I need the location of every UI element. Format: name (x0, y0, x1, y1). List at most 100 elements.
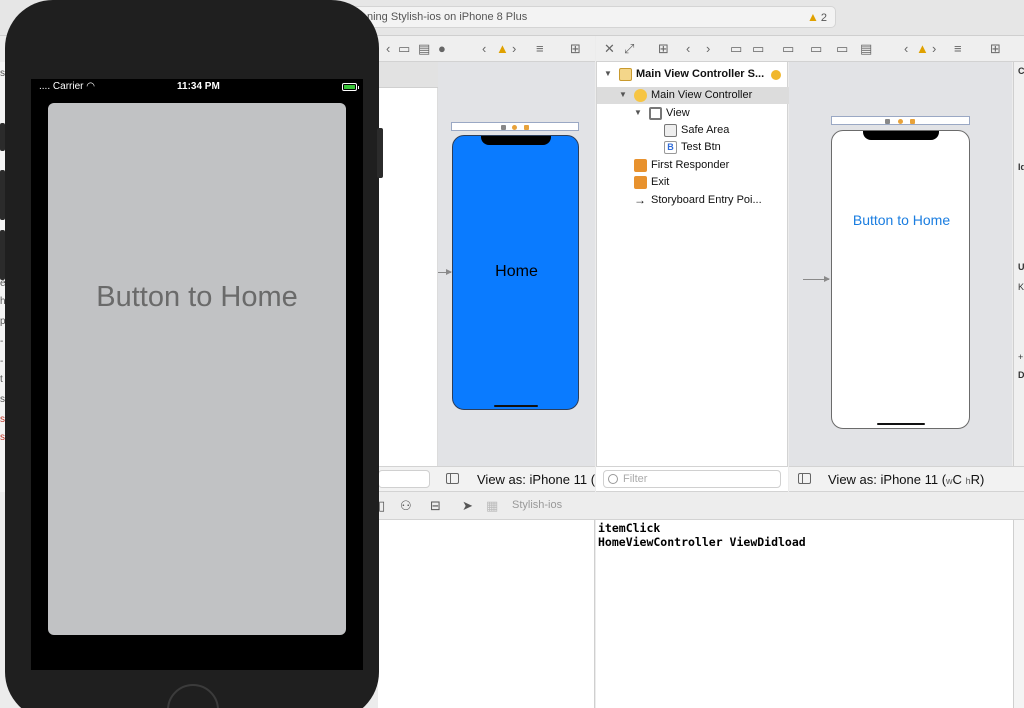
jump-bar-left: ‹ ▭ ▤ ● ‹ ▲ › ≡ ⊞ (378, 36, 595, 62)
wifi-icon: ◠ (86, 81, 95, 92)
file-icon[interactable]: ▭ (810, 41, 822, 57)
add-editor-icon[interactable]: ⊞ (570, 41, 581, 57)
jump-bar-right: ✕ ⤢ ⊞ ‹ › ▭ ▭ ▭ ▭ ▭ ▤ ‹ ▲ › ≡ ⊞ (596, 36, 1024, 62)
button-to-home-label: Button to Home (96, 281, 298, 313)
first-responder-label: First Responder (651, 159, 730, 171)
button-to-home-preview[interactable]: Button to Home (832, 212, 969, 228)
exit-dock-icon[interactable] (910, 119, 915, 124)
storyboard-icon[interactable]: ▤ (418, 41, 430, 57)
warning-icon[interactable]: ▲ (916, 41, 929, 56)
outline-test-btn-row[interactable]: B Test Btn (597, 139, 789, 156)
disclosure-icon[interactable]: ▼ (604, 69, 612, 78)
canvas-bottom-bar-left: View as: iPhone 11 ( (438, 466, 595, 492)
add-editor-icon[interactable]: ⊞ (990, 41, 1001, 57)
activity-viewer[interactable]: ning Stylish-ios on iPhone 8 Plus ▲ 2 (330, 6, 836, 28)
expand-icon[interactable]: ⤢ (624, 41, 634, 57)
home-button[interactable] (167, 684, 219, 708)
entry-arrow-left (438, 269, 452, 275)
chevron-left-icon[interactable]: ‹ (904, 41, 908, 56)
clock: 11:34 PM (177, 81, 220, 92)
file-icon[interactable]: ▭ (730, 41, 742, 57)
controller-label: Main View Controller (651, 89, 753, 101)
safe-area-label: Safe Area (681, 124, 730, 136)
responder-dock-icon[interactable] (898, 119, 903, 124)
chevron-right-icon[interactable]: › (932, 41, 936, 56)
process-name[interactable]: Stylish-ios (512, 499, 562, 511)
outline-toggle-icon[interactable] (798, 473, 811, 484)
disclosure-icon[interactable]: ▼ (619, 90, 627, 99)
home-label[interactable]: Home (453, 263, 578, 281)
test-btn-label: Test Btn (681, 141, 721, 153)
scene-icon (619, 68, 632, 81)
outline-safe-area-row[interactable]: Safe Area (597, 122, 789, 139)
lines-icon[interactable]: ≡ (954, 41, 962, 56)
inspector-panel[interactable]: C Id U K + D (1013, 62, 1024, 466)
view-as-suffix: ) (979, 472, 985, 487)
controller-dock-icon[interactable] (501, 125, 506, 130)
chevron-right-icon[interactable]: › (512, 41, 516, 56)
environment-icon[interactable]: ⊟ (430, 498, 441, 514)
console-edge (1013, 520, 1024, 708)
variables-view[interactable] (378, 520, 595, 708)
chevron-left-icon[interactable]: ‹ (482, 41, 486, 56)
power-button[interactable] (377, 128, 383, 178)
view-as-right[interactable]: View as: iPhone 11 (wC hR) (828, 472, 984, 487)
breakpoint-icon[interactable]: ▯ (378, 498, 385, 514)
button-to-home[interactable]: Button to Home (48, 103, 346, 635)
responder-dock-icon[interactable] (512, 125, 517, 130)
nav-back-icon[interactable]: ‹ (386, 41, 390, 56)
outline-controller-row[interactable]: ▼ Main View Controller (597, 87, 789, 104)
home-indicator (876, 423, 925, 425)
document-outline: ▼ Main View Controller S... ▼ Main View … (596, 62, 789, 466)
location-icon[interactable]: ➤ (462, 498, 473, 514)
device-notch (480, 136, 551, 145)
inspector-bottom (1012, 466, 1024, 492)
canvas-bottom-bar-right: View as: iPhone 11 (wC hR) (789, 466, 1012, 492)
mute-switch[interactable] (0, 123, 5, 151)
lines-icon[interactable]: ≡ (536, 41, 544, 56)
folder-icon[interactable]: ▭ (782, 41, 794, 57)
chevron-right-icon[interactable]: › (706, 41, 710, 56)
warning-indicator[interactable]: ▲ 2 (807, 10, 827, 24)
grid-icon[interactable]: ⊞ (658, 41, 669, 57)
view-as-prefix: View as: iPhone 11 ( (828, 472, 947, 487)
status-bar: .... Carrier ◠ 11:34 PM (31, 79, 363, 95)
scene-icon[interactable]: ● (438, 41, 446, 56)
outline-filter[interactable]: Filter (603, 470, 781, 488)
outline-first-responder-row[interactable]: First Responder (597, 157, 789, 174)
volume-up-button[interactable] (0, 170, 5, 220)
warning-count: 2 (820, 12, 827, 24)
controller-dock-icon[interactable] (885, 119, 890, 124)
disclosure-icon[interactable]: ▼ (634, 108, 642, 117)
scene-dock-left[interactable] (451, 122, 579, 131)
main-view-preview[interactable]: Button to Home (831, 130, 970, 429)
first-responder-icon (634, 159, 647, 172)
folder-icon[interactable]: ▭ (752, 41, 764, 57)
volume-down-button[interactable] (0, 230, 5, 280)
outline-scene-row[interactable]: ▼ Main View Controller S... (597, 66, 789, 83)
view-icon (649, 107, 662, 120)
outline-exit-row[interactable]: Exit (597, 174, 789, 191)
console-line: itemClick (598, 521, 661, 535)
view-controller-icon (634, 89, 647, 102)
scene-dock-right[interactable] (831, 116, 970, 125)
go-forward-icon[interactable] (771, 70, 781, 80)
simulator-screen[interactable]: .... Carrier ◠ 11:34 PM Button to Home (31, 79, 363, 670)
home-view-preview[interactable]: Home (452, 135, 579, 410)
editor-filter-field[interactable] (378, 470, 430, 488)
code-editor-pane[interactable] (378, 62, 438, 466)
outline-view-row[interactable]: ▼ View (597, 105, 789, 122)
file-icon[interactable]: ▭ (398, 41, 410, 57)
chevron-left-icon[interactable]: ‹ (686, 41, 690, 56)
view-as-left[interactable]: View as: iPhone 11 ( (477, 472, 595, 487)
warning-icon[interactable]: ▲ (496, 41, 509, 56)
file-icon[interactable]: ▭ (836, 41, 848, 57)
storyboard-icon[interactable]: ▤ (860, 41, 872, 57)
outline-entry-point-row[interactable]: → Storyboard Entry Poi... (597, 192, 789, 209)
exit-dock-icon[interactable] (524, 125, 529, 130)
outline-toggle-icon[interactable] (446, 473, 459, 484)
activity-text: ning Stylish-ios on iPhone 8 Plus (367, 11, 528, 23)
close-icon[interactable]: ✕ (604, 41, 615, 57)
debug-graph-icon[interactable]: ⚇ (400, 498, 412, 514)
console-output[interactable]: itemClick HomeViewController ViewDidload (596, 520, 1013, 708)
